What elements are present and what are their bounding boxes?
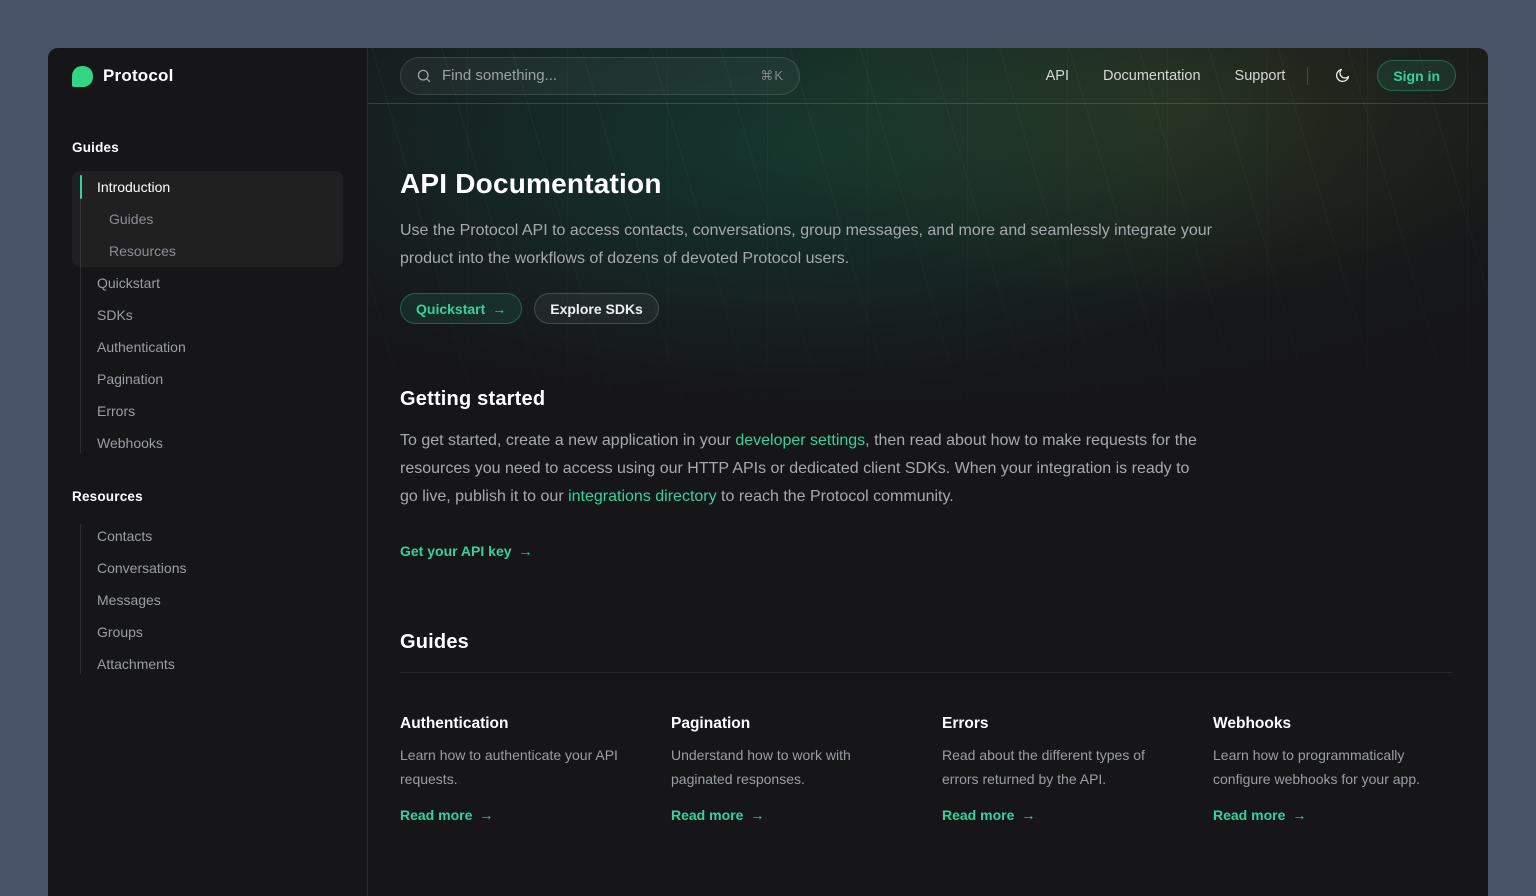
arrow-right-icon: →	[492, 302, 506, 316]
guide-card-pagination: Pagination Understand how to work with p…	[671, 715, 910, 825]
nav-group-guides: Guides Introduction Guides Resources Qui…	[72, 140, 343, 459]
nav-link-documentation[interactable]: Documentation	[1103, 68, 1201, 84]
card-description: Understand how to work with paginated re…	[671, 743, 910, 791]
read-more-label: Read more	[942, 807, 1014, 823]
guides-section: Guides Authentication Learn how to authe…	[400, 631, 1452, 825]
read-more-link-authentication[interactable]: Read more →	[400, 807, 493, 823]
guides-cards: Authentication Learn how to authenticate…	[400, 715, 1452, 825]
get-api-key-link[interactable]: Get your API key →	[400, 543, 533, 559]
card-description: Read about the different types of errors…	[942, 743, 1181, 791]
getting-started-section: Getting started To get started, create a…	[400, 388, 1452, 561]
hero-buttons: Quickstart → Explore SDKs	[400, 293, 1452, 324]
guide-card-webhooks: Webhooks Learn how to programmatically c…	[1213, 715, 1452, 825]
read-more-link-errors[interactable]: Read more →	[942, 807, 1035, 823]
sidebar-item-groups[interactable]: Groups	[72, 616, 343, 648]
top-nav: API Documentation Support	[1046, 68, 1286, 84]
nav-link-support[interactable]: Support	[1235, 68, 1286, 84]
theme-toggle-button[interactable]	[1330, 63, 1355, 88]
sidebar-item-errors[interactable]: Errors	[72, 395, 343, 427]
quickstart-button[interactable]: Quickstart →	[400, 293, 522, 324]
sidebar-item-introduction-resources[interactable]: Resources	[72, 235, 343, 267]
page-lead: Use the Protocol API to access contacts,…	[400, 217, 1230, 273]
read-more-label: Read more	[671, 807, 743, 823]
sidebar-item-contacts[interactable]: Contacts	[72, 520, 343, 552]
sidebar-item-conversations[interactable]: Conversations	[72, 552, 343, 584]
section-divider	[400, 672, 1452, 673]
search-input[interactable]: ⌘K	[400, 57, 800, 95]
read-more-label: Read more	[400, 807, 472, 823]
sidebar-item-messages[interactable]: Messages	[72, 584, 343, 616]
app-window: Protocol Guides Introduction Guides Reso…	[48, 48, 1488, 896]
speech-bubble-icon	[72, 66, 93, 87]
logo[interactable]: Protocol	[48, 48, 367, 104]
card-title: Authentication	[400, 715, 639, 733]
sidebar-item-quickstart[interactable]: Quickstart	[72, 267, 343, 299]
card-title: Pagination	[671, 715, 910, 733]
read-more-link-webhooks[interactable]: Read more →	[1213, 807, 1306, 823]
guide-card-errors: Errors Read about the different types of…	[942, 715, 1181, 825]
developer-settings-link[interactable]: developer settings	[735, 432, 865, 449]
nav-list-guides: Introduction Guides Resources Quickstart…	[72, 171, 343, 459]
sidebar-item-introduction-guides[interactable]: Guides	[72, 203, 343, 235]
paragraph-text: to reach the Protocol community.	[717, 488, 954, 505]
arrow-right-icon: →	[479, 808, 493, 822]
arrow-right-icon: →	[1292, 808, 1306, 822]
sidebar-item-authentication[interactable]: Authentication	[72, 331, 343, 363]
sidebar-item-sdks[interactable]: SDKs	[72, 299, 343, 331]
nav-group-resources: Resources Contacts Conversations Message…	[72, 489, 343, 680]
page-title: API Documentation	[400, 168, 1452, 200]
quickstart-button-label: Quickstart	[416, 301, 485, 317]
nav-group-title: Guides	[72, 140, 343, 155]
card-title: Errors	[942, 715, 1181, 733]
nav-list-resources: Contacts Conversations Messages Groups A…	[72, 520, 343, 680]
search-shortcut-hint: ⌘K	[760, 68, 784, 84]
sidebar-item-attachments[interactable]: Attachments	[72, 648, 343, 680]
sidebar-nav: Guides Introduction Guides Resources Qui…	[48, 104, 367, 704]
sidebar-item-introduction[interactable]: Introduction	[72, 171, 343, 203]
getting-started-paragraph: To get started, create a new application…	[400, 427, 1198, 511]
card-description: Learn how to programmatically configure …	[1213, 743, 1452, 791]
magnifier-icon	[416, 68, 432, 84]
read-more-link-pagination[interactable]: Read more →	[671, 807, 764, 823]
moon-icon	[1334, 67, 1351, 84]
nav-divider	[1307, 67, 1308, 85]
sign-in-button[interactable]: Sign in	[1377, 60, 1456, 91]
sidebar-item-webhooks[interactable]: Webhooks	[72, 427, 343, 459]
guide-card-authentication: Authentication Learn how to authenticate…	[400, 715, 639, 825]
card-description: Learn how to authenticate your API reque…	[400, 743, 639, 791]
top-right-nav: API Documentation Support Sign in	[1046, 60, 1456, 91]
sidebar: Protocol Guides Introduction Guides Reso…	[48, 48, 368, 896]
card-title: Webhooks	[1213, 715, 1452, 733]
page-content: API Documentation Use the Protocol API t…	[368, 104, 1488, 881]
nav-group-title: Resources	[72, 489, 343, 504]
top-bar: ⌘K API Documentation Support Sign in	[368, 48, 1488, 104]
get-api-key-label: Get your API key	[400, 543, 512, 559]
guides-heading: Guides	[400, 631, 1452, 654]
main-area: ⌘K API Documentation Support Sign in API…	[368, 48, 1488, 896]
active-item-accent	[80, 175, 82, 199]
arrow-right-icon: →	[1021, 808, 1035, 822]
integrations-directory-link[interactable]: integrations directory	[568, 488, 717, 505]
explore-sdks-button[interactable]: Explore SDKs	[534, 293, 659, 324]
nav-link-api[interactable]: API	[1046, 68, 1069, 84]
explore-sdks-button-label: Explore SDKs	[550, 301, 643, 317]
arrow-right-icon: →	[519, 544, 533, 558]
search-field[interactable]	[442, 67, 750, 84]
arrow-right-icon: →	[750, 808, 764, 822]
paragraph-text: To get started, create a new application…	[400, 432, 735, 449]
read-more-label: Read more	[1213, 807, 1285, 823]
getting-started-heading: Getting started	[400, 388, 1452, 411]
sidebar-item-pagination[interactable]: Pagination	[72, 363, 343, 395]
logo-text: Protocol	[103, 66, 174, 86]
